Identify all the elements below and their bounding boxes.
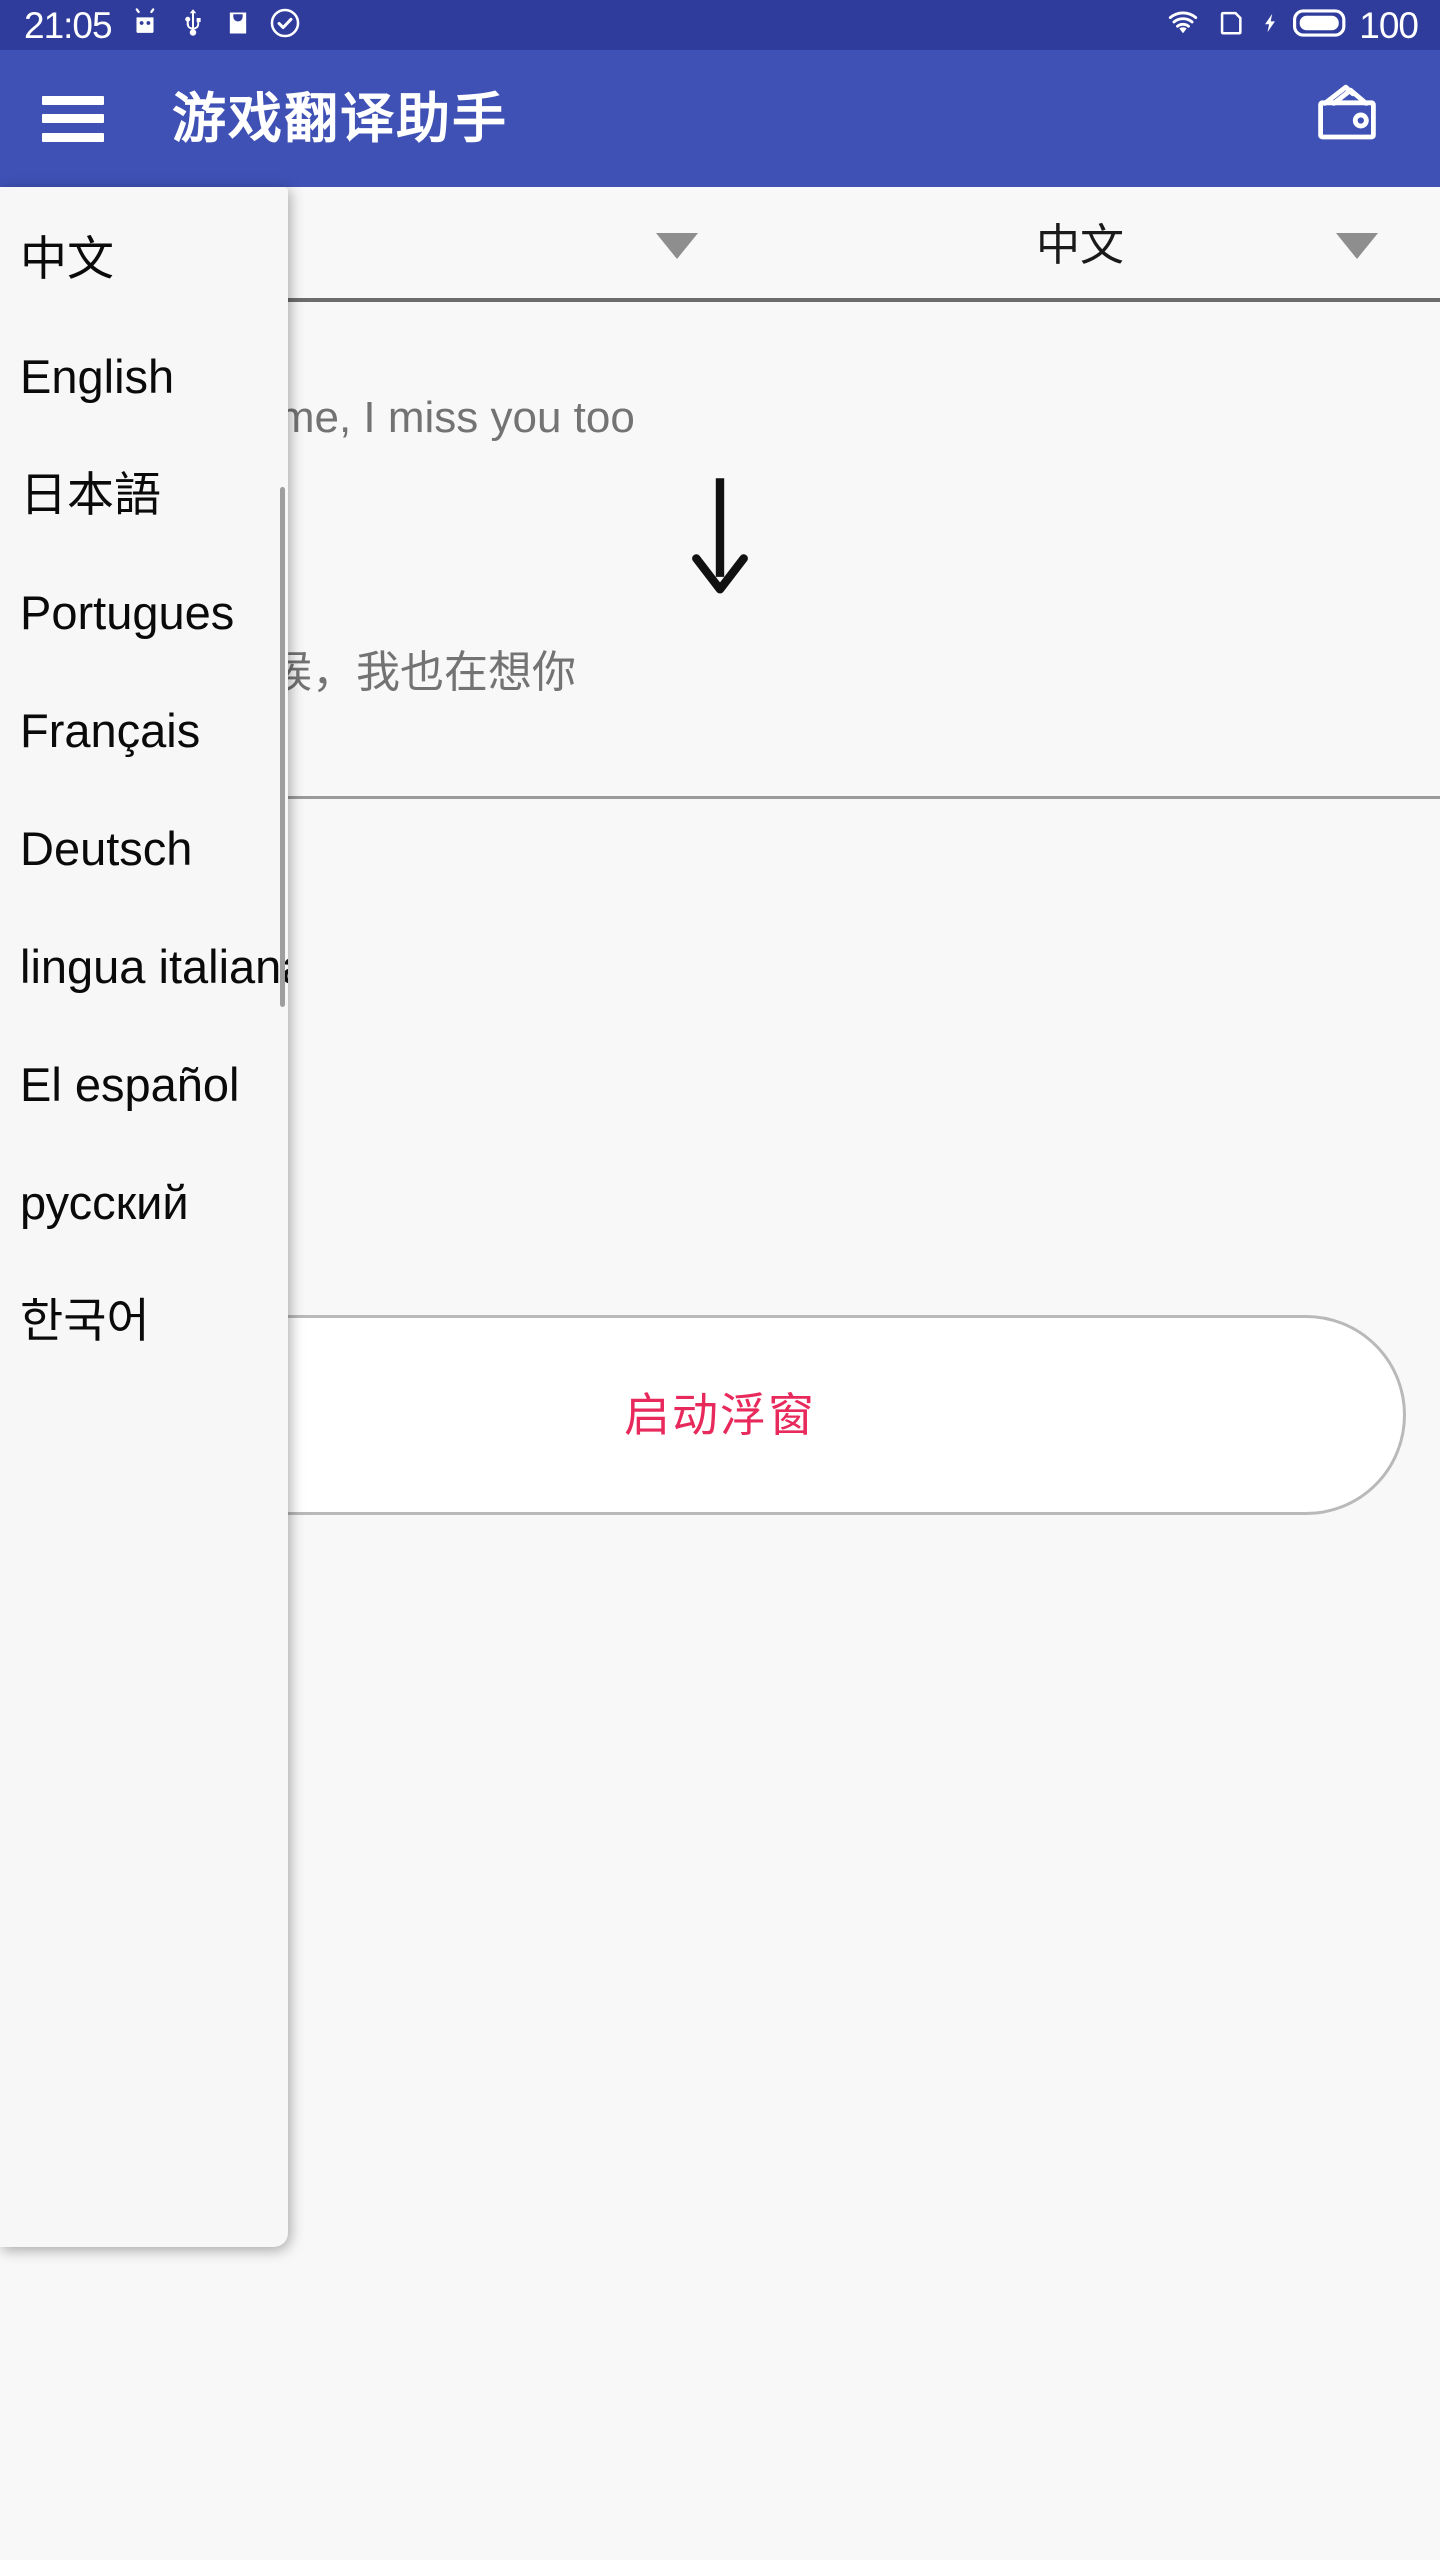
status-bar-right: 100 xyxy=(1163,6,1440,45)
sim-card-icon xyxy=(1215,6,1247,45)
page-title: 游戏翻译助手 xyxy=(172,88,508,149)
wallet-icon[interactable] xyxy=(1308,77,1386,160)
panel-scrollbar[interactable] xyxy=(280,487,285,1007)
start-floating-window-label: 启动浮窗 xyxy=(624,1389,816,1441)
battery-icon xyxy=(1293,6,1347,45)
target-language-selector[interactable]: 中文 xyxy=(720,193,1440,298)
language-option[interactable]: 中文 xyxy=(0,199,288,317)
status-bar-left: 21:05 xyxy=(0,6,302,45)
charging-bolt-icon xyxy=(1259,6,1281,45)
language-option[interactable]: lingua italiana xyxy=(0,907,288,1025)
hamburger-menu-icon[interactable] xyxy=(42,95,104,142)
check-circle-icon xyxy=(268,6,302,45)
status-bar: 21:05 100 xyxy=(0,0,1440,50)
language-option[interactable]: русский xyxy=(0,1143,288,1261)
language-dropdown-panel[interactable]: 中文 English 日本語 Portugues Français Deutsc… xyxy=(0,187,288,2247)
inbox-icon xyxy=(224,6,252,45)
language-option[interactable]: Deutsch xyxy=(0,789,288,907)
chevron-down-icon xyxy=(1336,232,1378,259)
arrow-down-icon xyxy=(692,478,748,594)
wifi-icon xyxy=(1163,6,1203,45)
chevron-down-icon xyxy=(656,232,698,259)
language-dropdown-list: 中文 English 日本語 Portugues Français Deutsc… xyxy=(0,187,288,2247)
android-robot-icon xyxy=(128,6,162,45)
app-bar: 游戏翻译助手 xyxy=(0,50,1440,187)
target-language-label: 中文 xyxy=(1036,220,1124,270)
language-option[interactable]: Français xyxy=(0,671,288,789)
usb-icon xyxy=(178,6,208,45)
panel-top-padding xyxy=(0,187,288,199)
language-option[interactable]: El español xyxy=(0,1025,288,1143)
language-option[interactable]: Portugues xyxy=(0,553,288,671)
language-option[interactable]: English xyxy=(0,317,288,435)
status-bar-clock: 21:05 xyxy=(24,4,113,46)
language-option[interactable]: 日本語 xyxy=(0,435,288,553)
language-option[interactable]: 한국어 xyxy=(0,1261,288,1379)
battery-percent-label: 100 xyxy=(1359,4,1419,46)
